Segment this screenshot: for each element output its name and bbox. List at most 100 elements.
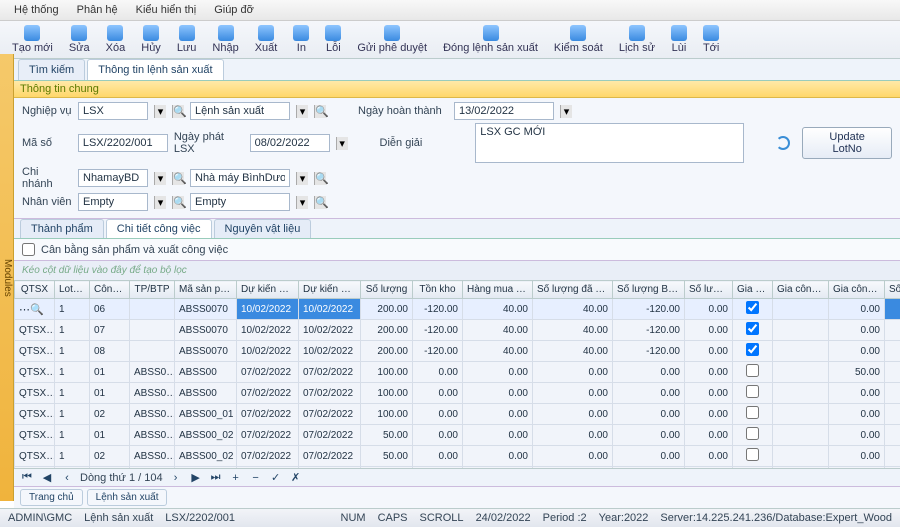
dropdown-icon[interactable]: ▾ xyxy=(296,196,308,209)
dropdown-icon[interactable]: ▾ xyxy=(296,172,308,185)
edit-btn[interactable]: Sửa xyxy=(63,23,96,56)
import-btn[interactable]: Nhập xyxy=(206,23,244,56)
remove-row-button[interactable]: − xyxy=(249,472,263,484)
chinhanh-code[interactable] xyxy=(78,169,148,187)
col-header[interactable]: Gia công mua xyxy=(773,281,829,299)
detail-grid[interactable]: QTSXLotNoCông …TP/BTPMã sản phẩmDự kiến … xyxy=(14,280,900,468)
next-page-button[interactable]: ▶ xyxy=(189,471,203,484)
modules-sidebar[interactable]: Modules xyxy=(0,54,14,501)
balance-checkbox[interactable] xyxy=(22,243,35,256)
gc-checkbox[interactable] xyxy=(746,343,759,356)
chinhanh-lookup[interactable] xyxy=(190,169,290,187)
dropdown-icon[interactable]: ▾ xyxy=(154,105,166,118)
row-expand-icon[interactable]: ⋯🔍 xyxy=(19,304,44,316)
error-btn[interactable]: Lỗi xyxy=(319,23,347,56)
subtab-nvl[interactable]: Nguyên vật liệu xyxy=(214,219,312,238)
col-header[interactable]: Gia công xyxy=(733,281,773,299)
last-page-button[interactable]: ⏭ xyxy=(209,471,223,484)
save-btn[interactable]: Lưu xyxy=(171,23,203,56)
col-header[interactable]: TP/BTP xyxy=(130,281,175,299)
col-header[interactable]: Tồn kho xyxy=(413,281,463,299)
lookup-icon[interactable]: 🔍 xyxy=(172,172,184,185)
col-header[interactable]: Số lượn… xyxy=(685,281,733,299)
gc-checkbox[interactable] xyxy=(746,364,759,377)
menu-module[interactable]: Phân hệ xyxy=(69,2,126,18)
col-header[interactable]: Dự kiến bắ… xyxy=(237,281,299,299)
delete-btn[interactable]: Xóa xyxy=(100,23,132,56)
lookup-icon[interactable]: 🔍 xyxy=(172,105,184,118)
tab-production-order[interactable]: Lệnh sản xuất xyxy=(87,489,168,506)
lookup-icon[interactable]: 🔍 xyxy=(314,172,326,185)
ngayht-input[interactable] xyxy=(454,102,554,120)
nghiepvu-lookup[interactable] xyxy=(190,102,290,120)
lookup-icon[interactable]: 🔍 xyxy=(172,196,184,209)
col-header[interactable]: Gia công cầ… xyxy=(829,281,885,299)
close-order-btn[interactable]: Đóng lệnh sản xuất xyxy=(437,23,544,56)
nhanvien-code[interactable] xyxy=(78,193,148,211)
first-page-button[interactable]: ⏮ xyxy=(20,471,34,484)
col-header[interactable]: Dự kiến hoàn… xyxy=(299,281,361,299)
table-row[interactable]: QTSX…101ABSS0…ABSS00_0207/02/202207/02/2… xyxy=(15,425,900,446)
col-header[interactable]: LotNo xyxy=(55,281,90,299)
prev-page-button[interactable]: ◀ xyxy=(40,471,54,484)
menu-help[interactable]: Giúp đỡ xyxy=(206,2,262,18)
col-header[interactable]: Số lượng xyxy=(361,281,413,299)
menu-system[interactable]: Hệ thống xyxy=(6,2,67,18)
forward-btn[interactable]: Tới xyxy=(697,23,725,56)
table-row[interactable]: QTSX…102ABSS0…ABSS00_0107/02/202207/02/2… xyxy=(15,404,900,425)
gc-checkbox[interactable] xyxy=(746,301,759,314)
print-btn[interactable]: In xyxy=(287,23,315,56)
gc-checkbox[interactable] xyxy=(746,322,759,335)
diengiai-input[interactable]: LSX GC MỚI xyxy=(475,123,744,163)
dropdown-icon[interactable]: ▾ xyxy=(154,196,166,209)
subtab-chitiet[interactable]: Chi tiết công việc xyxy=(106,219,212,238)
col-header[interactable]: Công … xyxy=(90,281,130,299)
maso-input[interactable] xyxy=(78,134,168,152)
col-header[interactable]: QTSX xyxy=(15,281,55,299)
lookup-icon[interactable]: 🔍 xyxy=(314,196,326,209)
tab-search[interactable]: Tìm kiếm xyxy=(18,59,85,80)
calendar-icon[interactable]: ▾ xyxy=(560,105,572,118)
tab-info[interactable]: Thông tin lệnh sản xuất xyxy=(87,59,223,80)
prev-record-button[interactable]: ‹ xyxy=(60,472,74,484)
tab-home[interactable]: Trang chủ xyxy=(20,489,83,506)
history-btn[interactable]: Lịch sử xyxy=(613,23,661,56)
subtab-thanhpham[interactable]: Thành phẩm xyxy=(20,219,104,238)
table-row[interactable]: QTSX…107ABSS007010/02/202210/02/2022200.… xyxy=(15,320,900,341)
gc-checkbox[interactable] xyxy=(746,406,759,419)
dropdown-icon[interactable]: ▾ xyxy=(296,105,308,118)
next-record-button[interactable]: › xyxy=(169,472,183,484)
col-header[interactable]: Số lượng đã Reserve xyxy=(533,281,613,299)
approve-btn[interactable]: Gửi phê duyệt xyxy=(351,23,433,56)
back-btn[interactable]: Lùi xyxy=(665,23,693,56)
control-btn[interactable]: Kiểm soát xyxy=(548,23,609,56)
nghiepvu-code[interactable] xyxy=(78,102,148,120)
table-row[interactable]: QTSX…108ABSS007010/02/202210/02/2022200.… xyxy=(15,341,900,362)
table-row[interactable]: QTSX…101ABSS0…ABSS0007/02/202207/02/2022… xyxy=(15,383,900,404)
ngayphat-input[interactable] xyxy=(250,134,330,152)
table-row[interactable]: QTSX…102ABSS0…ABSS00_0207/02/202207/02/2… xyxy=(15,446,900,467)
lookup-icon[interactable]: 🔍 xyxy=(314,105,326,118)
add-row-button[interactable]: + xyxy=(229,472,243,484)
table-row[interactable]: QTSX…101ABSS0…ABSS0007/02/202207/02/2022… xyxy=(15,362,900,383)
gc-checkbox[interactable] xyxy=(746,385,759,398)
cancel-btn[interactable]: Hủy xyxy=(135,23,167,56)
menu-view[interactable]: Kiểu hiển thị xyxy=(128,2,205,18)
confirm-button[interactable]: ✓ xyxy=(269,471,283,484)
col-header[interactable]: Mã sản phẩm xyxy=(175,281,237,299)
gc-checkbox[interactable] xyxy=(746,448,759,461)
gc-checkbox[interactable] xyxy=(746,427,759,440)
revert-button[interactable]: ✗ xyxy=(289,471,303,484)
col-header[interactable]: Hàng mua sắp về xyxy=(463,281,533,299)
table-row[interactable]: ⋯🔍106ABSS007010/02/202210/02/2022200.00-… xyxy=(15,299,900,320)
update-lotno-button[interactable]: Update LotNo xyxy=(802,127,892,159)
new-btn[interactable]: Tạo mới xyxy=(6,23,59,56)
export-btn[interactable]: Xuất xyxy=(249,23,284,56)
col-header[interactable]: Số lượng còn lại phải sản xuất xyxy=(885,281,900,299)
nhanvien-lookup[interactable] xyxy=(190,193,290,211)
calendar-icon[interactable]: ▾ xyxy=(336,137,348,150)
back-btn-icon xyxy=(671,25,687,41)
table-row[interactable]: QTSX…101ABSS0…ABSS00_0207/02/202207/02/2… xyxy=(15,467,900,469)
col-header[interactable]: Số lượng Balance xyxy=(613,281,685,299)
dropdown-icon[interactable]: ▾ xyxy=(154,172,166,185)
